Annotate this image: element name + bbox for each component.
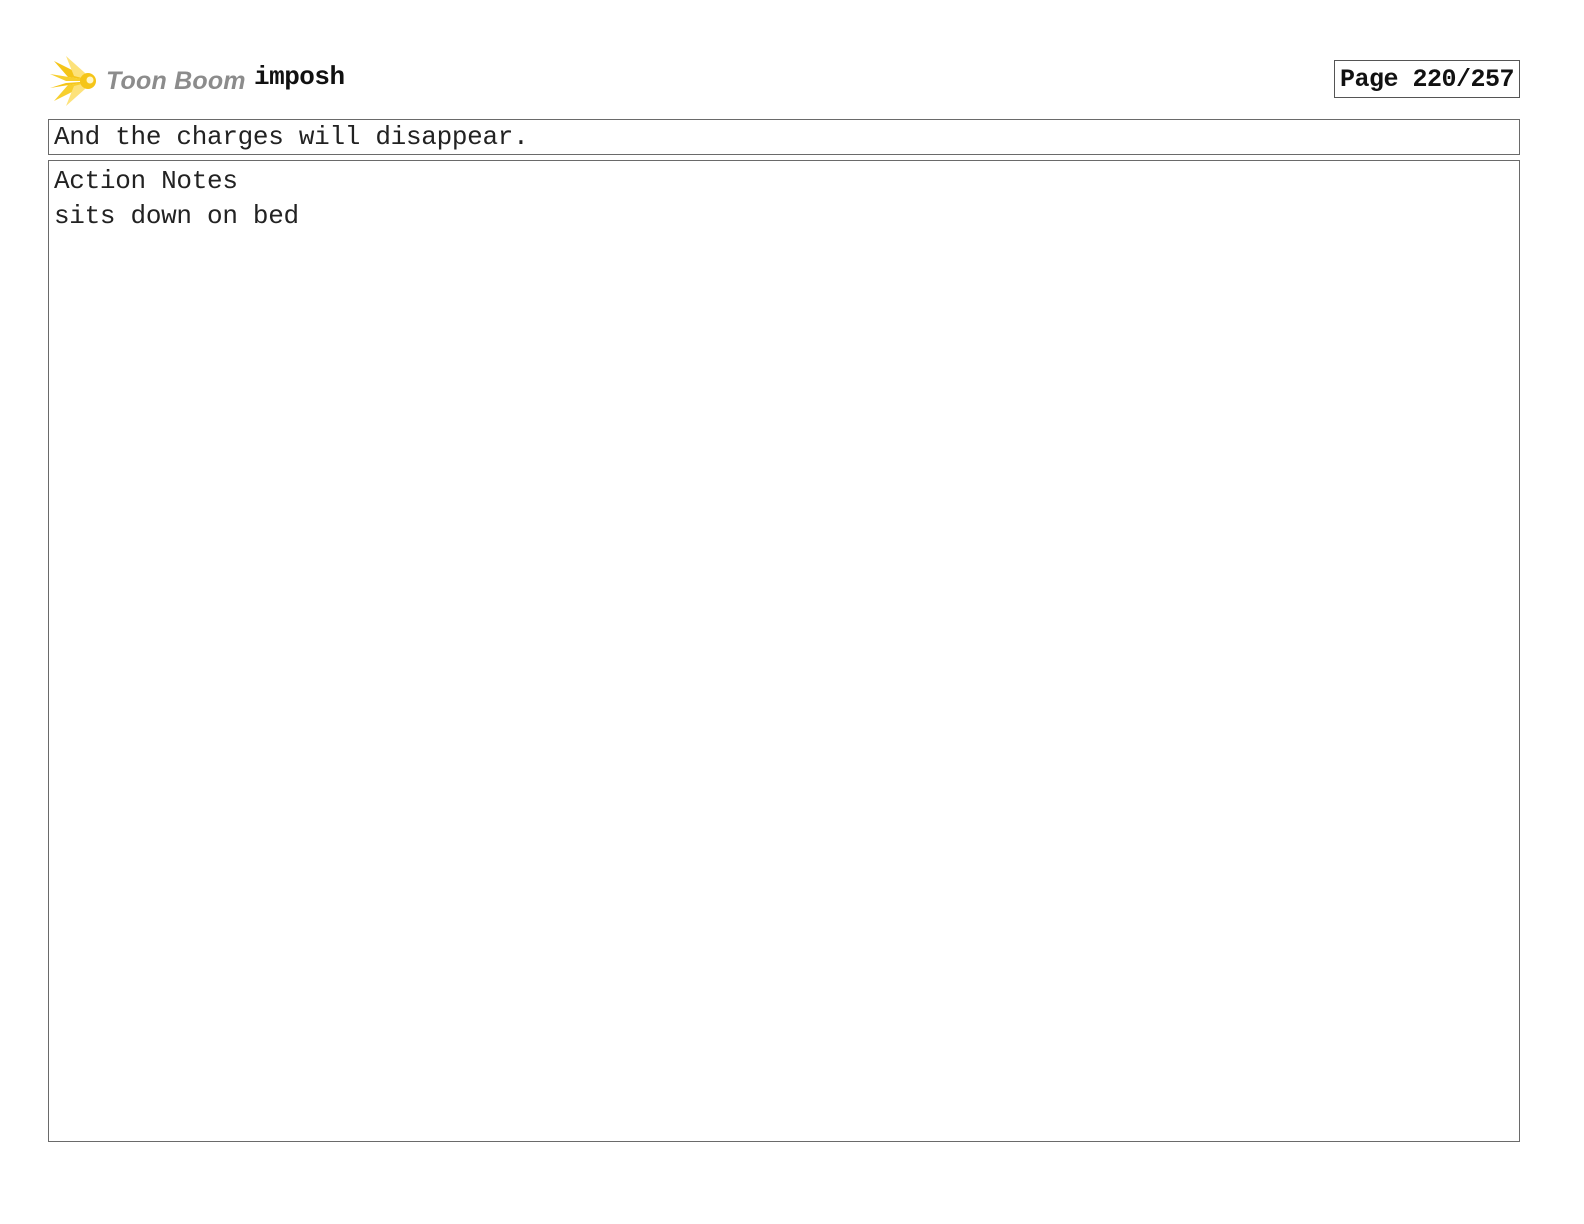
action-notes-line: sits down on bed (54, 201, 299, 231)
project-name: imposh (254, 62, 345, 92)
toon-boom-logo: Toon Boom (48, 54, 246, 108)
dialogue-text: And the charges will disappear. (54, 122, 529, 152)
page-header: Toon Boom imposh Page 220/257 (48, 52, 1520, 108)
dialogue-panel: And the charges will disappear. (48, 119, 1520, 155)
logo-text: Toon Boom (106, 66, 246, 95)
action-notes-heading: Action Notes (54, 166, 238, 196)
action-notes-panel: Action Notes sits down on bed (48, 160, 1520, 1142)
toon-boom-star-icon (48, 54, 102, 108)
page-number: Page 220/257 (1333, 60, 1520, 98)
